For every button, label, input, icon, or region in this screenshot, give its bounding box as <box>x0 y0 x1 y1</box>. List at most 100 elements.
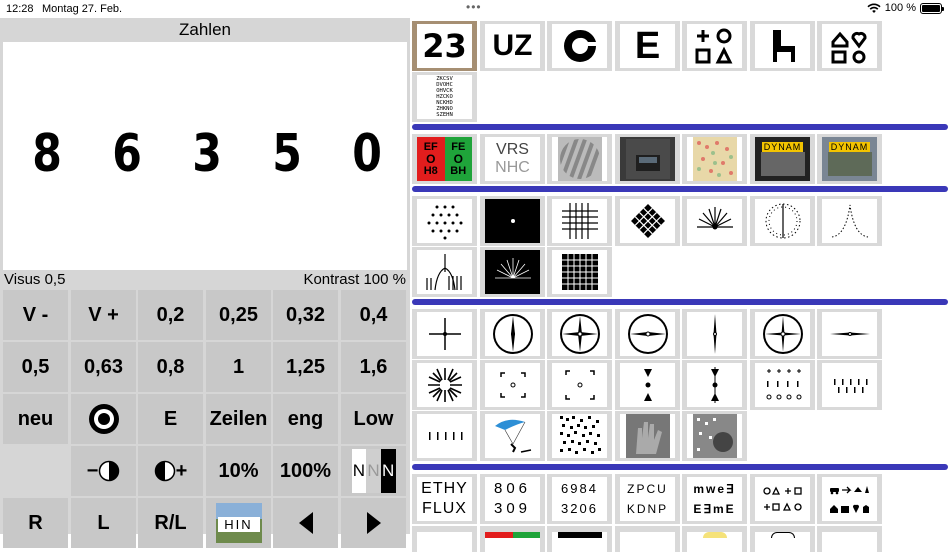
tile-tick-lines-2[interactable] <box>412 411 477 461</box>
tile-partial-circle[interactable] <box>750 526 815 552</box>
tile-sunburst[interactable] <box>412 360 477 410</box>
hin-image-button[interactable]: HIN <box>206 498 271 548</box>
tile-noise-circle[interactable] <box>682 411 747 461</box>
tile-clock-dial[interactable] <box>750 196 815 246</box>
tile-grating[interactable] <box>547 134 612 184</box>
visus-0-32-button[interactable]: 0,32 <box>273 290 338 340</box>
tile-black-sunburst[interactable] <box>480 247 545 297</box>
tile-amsler[interactable] <box>547 196 612 246</box>
clock-dial-icon <box>765 203 800 239</box>
tile-pictures-row[interactable] <box>817 474 882 524</box>
tile-mwe[interactable]: mwe∃ E∃mE <box>682 474 747 524</box>
circle-cross-icon <box>762 314 803 354</box>
tile-cross[interactable] <box>412 309 477 359</box>
tile-symbol-dots[interactable] <box>750 360 815 410</box>
tile-circle-cross-2[interactable] <box>750 309 815 359</box>
contrast-minus-button[interactable]: − <box>71 446 136 496</box>
tile-806-309[interactable]: 806 309 <box>480 474 545 524</box>
tile-partial[interactable] <box>615 526 680 552</box>
both-eyes-button[interactable]: R/L <box>138 498 203 548</box>
tile-traffic-photo[interactable] <box>615 134 680 184</box>
tile-dynam-film[interactable]: DYNAM <box>750 134 815 184</box>
visus-1-25-button[interactable]: 1,25 <box>273 342 338 392</box>
tile-numbers[interactable]: 23 <box>412 21 477 71</box>
tile-paraglider[interactable] <box>480 411 545 461</box>
tile-noise[interactable] <box>547 411 612 461</box>
tile-fork-lines[interactable] <box>412 247 477 297</box>
visus-plus-button[interactable]: V + <box>71 290 136 340</box>
tile-partial-black[interactable] <box>547 526 612 552</box>
tile-lea-symbols-row[interactable] <box>750 474 815 524</box>
tile-black-grid[interactable] <box>547 247 612 297</box>
lines-button[interactable]: Zeilen <box>206 394 271 444</box>
tile-circle-horizontal[interactable] <box>615 309 680 359</box>
contrast-10-button[interactable]: 10% <box>206 446 271 496</box>
tile-circle-vertical[interactable] <box>480 309 545 359</box>
tile-hourglass[interactable] <box>615 360 680 410</box>
tile-label: UZ <box>492 29 533 62</box>
visus-0-63-button[interactable]: 0,63 <box>71 342 136 392</box>
tile-red-green[interactable]: EF O H8 FE O BH <box>412 134 477 184</box>
contrast-100-button[interactable]: 100% <box>273 446 338 496</box>
visus-0-8-button[interactable]: 0,8 <box>138 342 203 392</box>
tile-tumbling-e[interactable]: E <box>615 21 680 71</box>
visus-0-4-button[interactable]: 0,4 <box>341 290 406 340</box>
tile-landolt[interactable] <box>547 21 612 71</box>
tile-half-sunburst[interactable] <box>682 196 747 246</box>
pictograms-icon <box>829 486 869 513</box>
tile-dynam-road[interactable]: DYNAM <box>817 134 882 184</box>
tile-eth-flux[interactable]: ETHY FLUX <box>412 474 477 524</box>
e-button[interactable]: E <box>138 394 203 444</box>
tile-vrs-nhc[interactable]: VRS NHC <box>480 134 545 184</box>
section-divider <box>412 464 948 470</box>
low-button[interactable]: Low <box>341 394 406 444</box>
tile-label: NHC <box>495 159 530 176</box>
tile-partial-red-green[interactable] <box>480 526 545 552</box>
visus-0-5-button[interactable]: 0,5 <box>3 342 68 392</box>
visus-minus-button[interactable]: V - <box>3 290 68 340</box>
tile-partial[interactable] <box>412 526 477 552</box>
new-button[interactable]: neu <box>3 394 68 444</box>
tile-6984-3206[interactable]: 6984 3206 <box>547 474 612 524</box>
tile-square-dot-2[interactable] <box>547 360 612 410</box>
tile-chair[interactable] <box>750 21 815 71</box>
left-eye-button[interactable]: L <box>71 498 136 548</box>
tile-circle-cross[interactable] <box>547 309 612 359</box>
tile-square-dot[interactable] <box>480 360 545 410</box>
tile-lea-shapes[interactable] <box>817 21 882 71</box>
tile-vertical-line[interactable] <box>682 309 747 359</box>
tile-letters[interactable]: UZ <box>480 21 545 71</box>
visus-1-button[interactable]: 1 <box>206 342 271 392</box>
square-dot-icon <box>499 372 526 398</box>
tile-dot-pattern[interactable] <box>412 196 477 246</box>
tile-ishihara[interactable] <box>682 134 747 184</box>
tile-zpcu-kdnp[interactable]: ZPCU KDNP <box>615 474 680 524</box>
visus-0-25-button[interactable]: 0,25 <box>206 290 271 340</box>
tile-partial-yellow[interactable] <box>682 526 747 552</box>
tile-black-dot[interactable] <box>480 196 545 246</box>
tile-partial[interactable] <box>817 526 882 552</box>
previous-button[interactable] <box>273 498 338 548</box>
status-right: 100 % <box>867 2 944 14</box>
visus-1-6-button[interactable]: 1,6 <box>341 342 406 392</box>
contrast-plus-button[interactable]: + <box>138 446 203 496</box>
target-button[interactable] <box>71 394 136 444</box>
tile-diamond-grid[interactable] <box>615 196 680 246</box>
visus-0-2-button[interactable]: 0,2 <box>138 290 203 340</box>
tile-symbols[interactable] <box>682 21 747 71</box>
next-button[interactable] <box>341 498 406 548</box>
tile-label: DYNAM <box>828 142 871 152</box>
tile-dotted-curve[interactable] <box>817 196 882 246</box>
tile-noise-hand[interactable] <box>615 411 680 461</box>
tile-horizontal-line[interactable] <box>817 309 882 359</box>
tile-chart-full[interactable]: ZKCSV DVOHC OHVCK HZCKO NCKHD ZHKNO SZEH… <box>412 72 477 122</box>
right-eye-button[interactable]: R <box>3 498 68 548</box>
section-divider <box>412 124 948 130</box>
tile-hourglass-2[interactable] <box>682 360 747 410</box>
tile-label: 3206 <box>561 501 598 516</box>
visus-label: Visus 0,5 <box>4 271 66 288</box>
crowded-button[interactable]: eng <box>273 394 338 444</box>
contrast-n-button[interactable]: N N N <box>341 446 406 496</box>
multitasking-dots-icon[interactable]: ••• <box>466 0 482 14</box>
tile-tick-lines[interactable] <box>817 360 882 410</box>
